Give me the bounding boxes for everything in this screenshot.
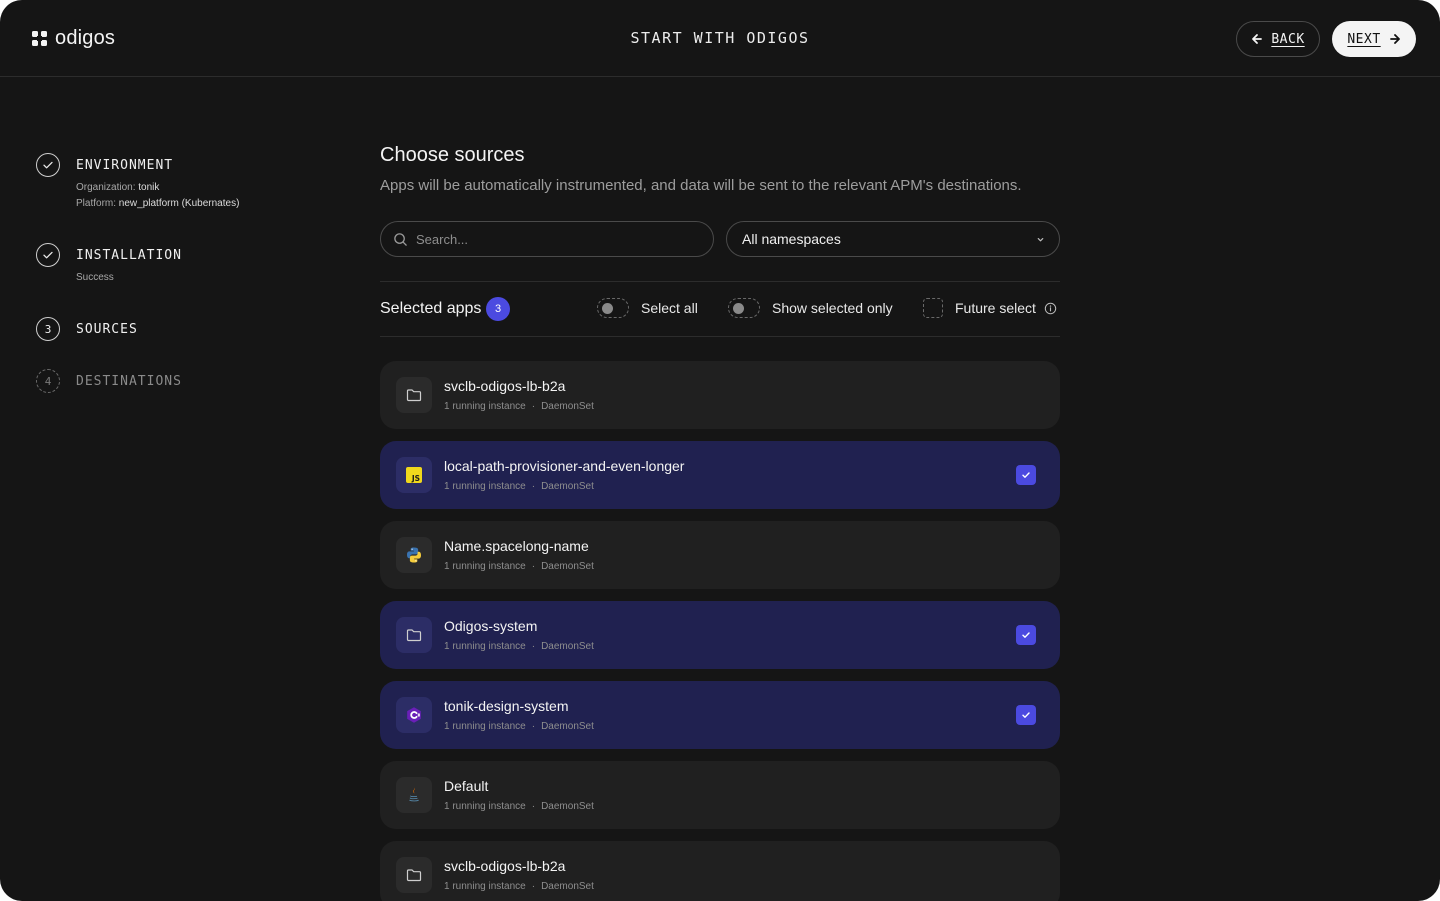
page-title: START WITH ODIGOS (630, 29, 810, 47)
source-name: Name.spacelong-name (444, 538, 589, 554)
source-card[interactable]: Default 1 running instance · DaemonSet (380, 761, 1060, 829)
selection-toolbar: Selected apps 3 Select all Show selected… (380, 295, 1060, 323)
folder-icon (396, 377, 432, 413)
step-title: SOURCES (76, 322, 138, 337)
folder-icon (396, 617, 432, 653)
source-name: svclb-odigos-lb-b2a (444, 858, 566, 874)
search-icon (394, 232, 407, 246)
source-meta: 1 running instance · DaemonSet (444, 561, 594, 572)
section-subtitle: Apps will be automatically instrumented,… (380, 177, 1022, 194)
section-title: Choose sources (380, 144, 525, 166)
source-meta: 1 running instance · DaemonSet (444, 721, 594, 732)
arrow-right-icon (1389, 34, 1400, 44)
source-name: tonik-design-system (444, 698, 569, 714)
step-title: DESTINATIONS (76, 374, 182, 389)
source-card[interactable]: JS local-path-provisioner-and-even-longe… (380, 441, 1060, 509)
select-all-toggle[interactable]: Select all (597, 298, 698, 318)
selected-checkbox[interactable] (1016, 625, 1036, 645)
step-number: 3 (36, 317, 60, 341)
next-button[interactable]: NEXT (1332, 21, 1416, 57)
source-name: local-path-provisioner-and-even-longer (444, 458, 685, 474)
info-icon[interactable] (1044, 302, 1057, 315)
divider (380, 281, 1060, 282)
source-meta: 1 running instance · DaemonSet (444, 881, 594, 892)
future-select-checkbox[interactable]: Future select (923, 298, 1057, 318)
check-icon (1022, 632, 1030, 638)
source-card[interactable]: Name.spacelong-name 1 running instance · D… (380, 521, 1060, 589)
source-meta: 1 running instance · DaemonSet (444, 401, 594, 412)
step-detail-platform: Platform: new_platform (Kubernates) (76, 198, 240, 209)
divider (380, 336, 1060, 337)
source-name: Default (444, 778, 489, 794)
java-icon (396, 777, 432, 813)
source-card[interactable]: svclb-odigos-lb-b2a 1 running instance · D… (380, 361, 1060, 429)
step-detail-organization: Organization: tonik (76, 182, 160, 193)
source-name: svclb-odigos-lb-b2a (444, 378, 566, 394)
show-selected-only-toggle[interactable]: Show selected only (728, 298, 893, 318)
javascript-icon: JS (396, 457, 432, 493)
next-label: NEXT (1347, 31, 1381, 47)
source-meta: 1 running instance · DaemonSet (444, 641, 594, 652)
select-all-label: Select all (641, 300, 698, 316)
python-icon (396, 537, 432, 573)
step-number: 4 (36, 369, 60, 393)
step-title: INSTALLATION (76, 248, 182, 263)
folder-icon (396, 857, 432, 893)
toggle-switch[interactable] (597, 298, 629, 318)
app-window: odigos START WITH ODIGOS BACK NEXT ENVIR… (0, 0, 1440, 901)
selected-apps-label: Selected apps (380, 300, 482, 317)
show-selected-only-label: Show selected only (772, 300, 893, 316)
back-button[interactable]: BACK (1236, 21, 1320, 57)
back-label: BACK (1271, 31, 1305, 47)
checkbox[interactable] (923, 298, 943, 318)
check-icon (1022, 472, 1030, 478)
source-card[interactable]: Odigos-system 1 running instance · DaemonS… (380, 601, 1060, 669)
arrow-left-icon (1252, 34, 1263, 44)
source-name: Odigos-system (444, 618, 538, 634)
step-check-icon (36, 243, 60, 267)
search-box[interactable] (380, 221, 714, 257)
namespace-select-value: All namespaces (742, 231, 841, 247)
step-check-icon (36, 153, 60, 177)
source-card[interactable]: svclb-odigos-lb-b2a 1 running instance · D… (380, 841, 1060, 901)
selected-checkbox[interactable] (1016, 465, 1036, 485)
step-subtitle: Success (76, 272, 114, 283)
source-meta: 1 running instance · DaemonSet (444, 801, 594, 812)
csharp-icon (396, 697, 432, 733)
top-bar: odigos START WITH ODIGOS BACK NEXT (0, 0, 1440, 77)
step-title: ENVIRONMENT (76, 158, 174, 173)
selected-count-badge: 3 (486, 297, 510, 321)
future-select-label: Future select (955, 300, 1036, 316)
check-icon (1022, 712, 1030, 718)
chevron-down-icon (1037, 237, 1044, 241)
namespace-select[interactable]: All namespaces (726, 221, 1060, 257)
selected-checkbox[interactable] (1016, 705, 1036, 725)
source-card[interactable]: tonik-design-system 1 running instance · D… (380, 681, 1060, 749)
search-input[interactable] (416, 231, 686, 247)
source-meta: 1 running instance · DaemonSet (444, 481, 594, 492)
svg-text:JS: JS (411, 474, 420, 483)
toggle-switch[interactable] (728, 298, 760, 318)
